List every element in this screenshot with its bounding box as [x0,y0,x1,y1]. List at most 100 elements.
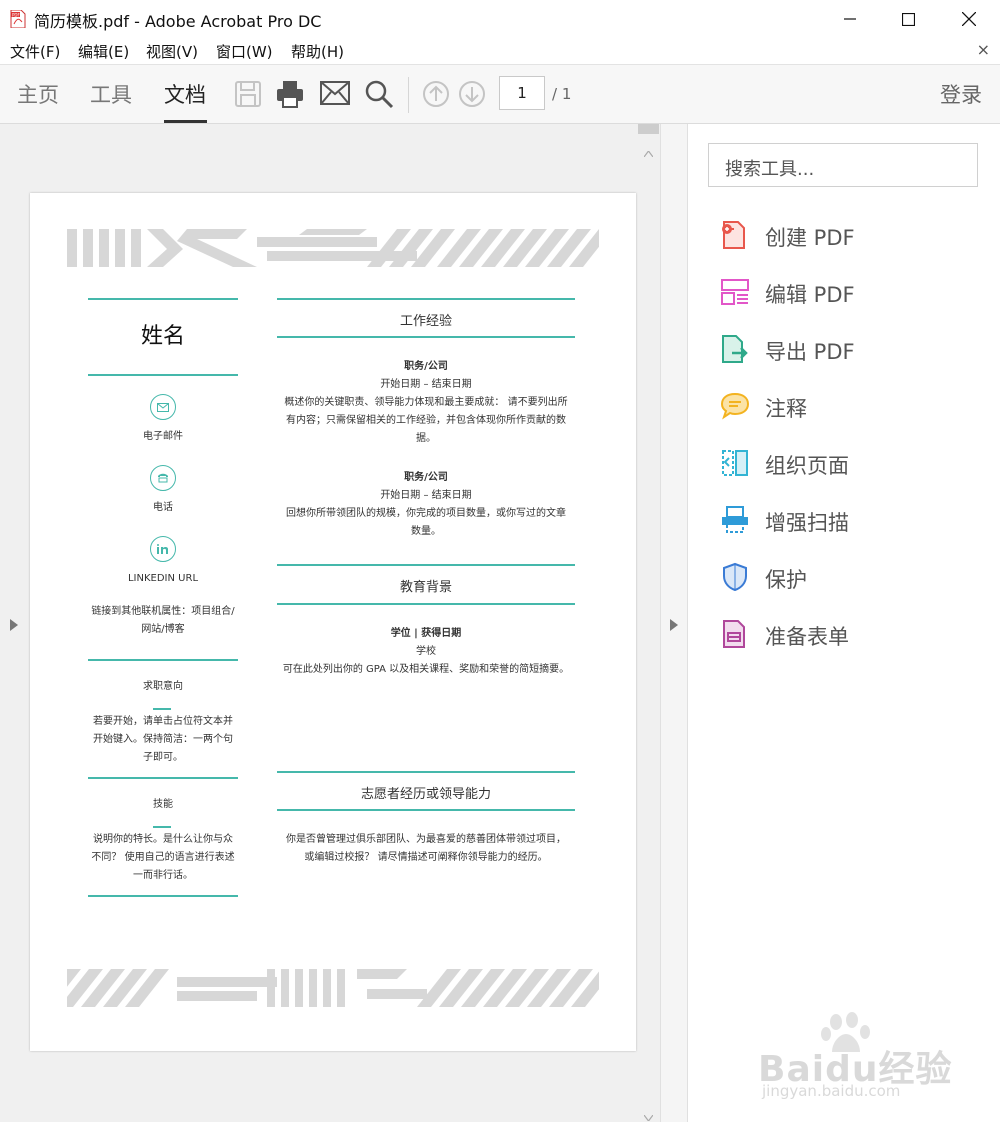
save-icon[interactable] [234,80,262,112]
pdf-page: 姓名 电子邮件 电话 LINKEDIN URL 链接到其他联机属性：项目组合/ … [30,193,636,1051]
skills-title: 技能 [153,799,173,810]
email-icon[interactable] [320,81,350,109]
title-bar: PDF 简历模板.pdf - Adobe Acrobat Pro DC [0,0,1000,38]
watermark-url: jingyan.baidu.com [762,1082,901,1100]
menu-help[interactable]: 帮助(H) [291,41,344,62]
enhance-scan-icon [720,505,750,539]
menu-view[interactable]: 视图(V) [146,41,198,62]
tool-label: 保护 [765,568,807,592]
vol-desc-line-2: 或编辑过校报？ 请尽情描述可阐释你领导能力的经历。 [304,852,548,863]
menu-edit[interactable]: 编辑(E) [78,41,129,62]
scroll-down-icon[interactable] [643,1106,654,1125]
objective-top-rule [88,659,238,661]
svg-text:PDF: PDF [12,12,20,17]
tool-protect[interactable]: 保护 [720,558,980,598]
linkedin-icon [150,536,176,562]
vol-top-rule [277,771,575,773]
skills-bottom-rule [88,895,238,897]
tool-comment[interactable]: 注释 [720,387,980,427]
email-label: 电子邮件 [143,431,183,442]
tab-home[interactable]: 主页 [17,79,59,109]
job1-title: 职务/公司 [404,361,448,372]
tool-edit-pdf[interactable]: 编辑 PDF [720,273,980,313]
menu-file[interactable]: 文件(F) [10,41,60,62]
search-icon[interactable] [364,79,394,113]
job1-desc-line-1: 概述你的关键职责、领导能力体现和最主要成就： 请不要列出所 [284,397,568,408]
tool-organize-pages[interactable]: 组织页面 [720,444,980,484]
left-panel-toggle-icon[interactable] [10,616,18,635]
edu-title: 教育背景 [399,580,452,595]
telephone-icon [150,465,176,491]
tool-prepare-form[interactable]: 准备表单 [720,615,980,655]
previous-page-icon[interactable] [422,80,450,112]
menu-bar: 文件(F) 编辑(E) 视图(V) 窗口(W) 帮助(H) × [0,38,1000,64]
tool-enhance-scan[interactable]: 增强扫描 [720,501,980,541]
toolbar: 主页 工具 文档 1 / 1 登录 [0,64,1000,124]
close-window-button[interactable] [946,0,992,38]
next-page-icon[interactable] [458,80,486,112]
export-pdf-icon [720,334,750,368]
job2-dates: 开始日期 – 结束日期 [380,490,472,501]
name-bottom-rule [88,374,238,376]
job2-desc-line-1: 回想你所带领团队的规模，你完成的项目数量，或你写过的文章 [286,508,566,519]
scrollbar-thumb[interactable] [638,124,659,134]
prepare-form-icon [720,619,750,653]
print-icon[interactable] [275,79,305,113]
link-note-line-2: 网站/博客 [141,624,185,635]
skills-line-3: 一而非行话。 [133,870,193,881]
name-top-rule [88,298,238,300]
minimize-button[interactable] [827,0,873,38]
edu-desc: 可在此处列出你的 GPA 以及相关课程、奖励和荣誉的简短摘要。 [282,664,570,675]
skills-line-1: 说明你的特长。是什么让你与众 [93,834,233,845]
objective-line-2: 开始键入。保持简洁：一两个句 [93,734,233,745]
link-note-line-1: 链接到其他联机属性：项目组合/ [91,606,235,617]
skills-line-2: 不同？ 使用自己的语言进行表述 [91,852,235,863]
panel-divider[interactable] [660,124,688,1122]
skills-dash [153,826,171,828]
active-tab-indicator [164,120,207,123]
baidu-watermark: Baidu经验 jingyan.baidu.com [758,1012,998,1102]
search-tools-input[interactable]: 搜索工具... [708,143,978,187]
bottom-stripe-decoration [67,969,599,1013]
edit-pdf-icon [720,277,750,311]
top-stripe-decoration [67,229,599,273]
objective-line-1: 若要开始，请单击占位符文本并 [93,716,233,727]
edu-bottom-rule [277,603,575,605]
tab-document[interactable]: 文档 [164,79,206,109]
comment-icon [720,391,750,425]
tool-label: 组织页面 [765,454,849,478]
scroll-up-icon[interactable] [643,142,654,161]
phone-label: 电话 [153,502,173,513]
vol-title: 志愿者经历或领导能力 [360,787,491,802]
vol-desc-line-1: 你是否曾管理过俱乐部团队、为最喜爱的慈善团体带领过项目， [286,834,566,845]
tab-tools[interactable]: 工具 [90,79,132,109]
menu-window[interactable]: 窗口(W) [216,41,273,62]
create-pdf-icon [720,220,748,254]
tool-label: 准备表单 [765,625,849,649]
work-title: 工作经验 [399,314,452,329]
job1-desc-line-2: 有内容；只需保留相关的工作经验，并包含体现你所作贡献的数 [286,415,566,426]
maximize-button[interactable] [885,0,931,38]
edu-degree: 学位 | 获得日期 [390,628,462,639]
vertical-scrollbar[interactable] [637,124,660,1122]
tool-label: 增强扫描 [765,511,849,535]
objective-title: 求职意向 [143,681,183,692]
page-total: / 1 [552,85,572,103]
job1-desc-line-3: 据。 [416,433,436,444]
tool-label: 导出 PDF [765,340,855,364]
right-panel-toggle-icon[interactable] [670,616,678,635]
tool-label: 创建 PDF [765,226,855,250]
tool-export-pdf[interactable]: 导出 PDF [720,330,980,370]
page-number-input[interactable]: 1 [499,76,545,110]
edu-school: 学校 [416,646,436,657]
toolbar-separator [408,77,409,113]
close-document-icon[interactable]: × [977,40,990,59]
work-bottom-rule [277,336,575,338]
work-top-rule [277,298,575,300]
skills-top-rule [88,777,238,779]
vol-bottom-rule [277,809,575,811]
tool-create-pdf[interactable]: 创建 PDF [720,216,980,256]
tools-panel: 搜索工具... 创建 PDF 编辑 PDF 导出 PDF 注释 组织页面 增强扫 [688,124,1000,1122]
linkedin-label: LINKEDIN URL [127,573,199,584]
login-button[interactable]: 登录 [940,79,982,109]
